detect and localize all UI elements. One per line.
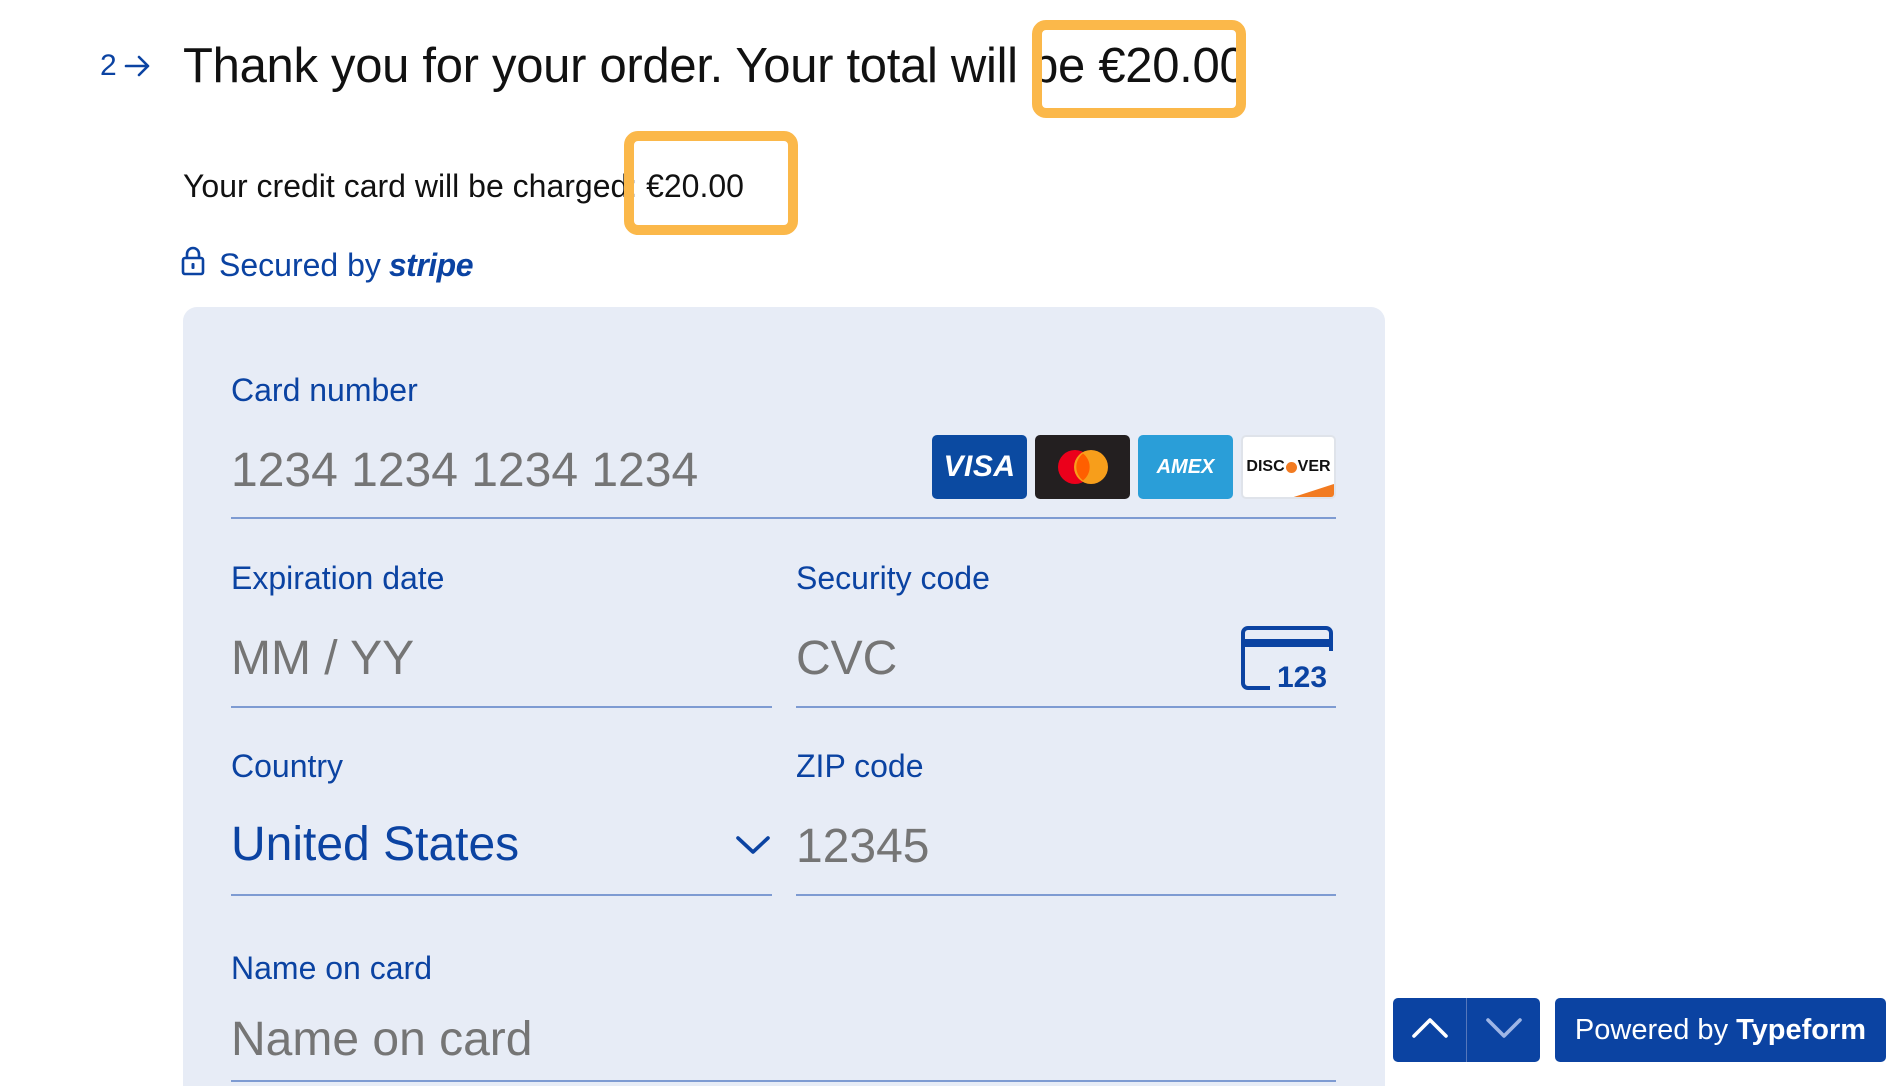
lock-icon [181, 246, 205, 284]
discover-icon: DISC VER [1241, 435, 1336, 499]
charge-highlight-box [624, 131, 798, 235]
country-select[interactable]: United States [231, 817, 519, 872]
secured-by-stripe: Secured by stripe [181, 246, 474, 284]
zip-code-underline [796, 894, 1336, 896]
expiration-underline [231, 706, 772, 708]
discover-text-b: VER [1297, 458, 1331, 475]
expiration-date-label: Expiration date [231, 560, 445, 596]
chevron-down-icon[interactable] [735, 833, 771, 862]
name-on-card-label: Name on card [231, 950, 432, 986]
total-highlight-box [1032, 20, 1246, 118]
discover-text-a: DISC [1246, 458, 1285, 475]
secured-by-label: Secured by [219, 246, 381, 283]
name-on-card-input[interactable] [231, 1009, 1231, 1069]
card-number-input[interactable] [231, 440, 911, 500]
zip-code-input[interactable] [796, 816, 1316, 876]
card-number-underline [231, 517, 1336, 519]
card-cvc-icon: 123 [1240, 625, 1336, 696]
chevron-up-icon [1410, 1015, 1450, 1046]
card-number-label: Card number [231, 372, 418, 408]
question-navigation [1393, 998, 1540, 1062]
security-code-input[interactable] [796, 628, 1216, 688]
question-number-text: 2 [100, 49, 117, 82]
security-code-label: Security code [796, 560, 990, 596]
country-underline [231, 894, 772, 896]
previous-question-button[interactable] [1393, 998, 1467, 1062]
arrow-right-icon [123, 51, 153, 81]
amex-text: AMEX [1156, 455, 1215, 478]
security-code-underline [796, 706, 1336, 708]
next-question-button[interactable] [1467, 998, 1540, 1062]
zip-code-label: ZIP code [796, 748, 924, 784]
powered-by-typeform-button[interactable]: Powered by Typeform [1555, 998, 1886, 1062]
visa-icon: VISA [932, 435, 1027, 499]
mastercard-icon [1035, 435, 1130, 499]
typeform-payment-page: 2 Thank you for your order. Your total w… [0, 0, 1902, 1086]
typeform-brand: Typeform [1736, 1013, 1867, 1046]
question-number: 2 [100, 49, 153, 83]
cvc-icon-text: 123 [1277, 661, 1327, 691]
expiration-date-input[interactable] [231, 628, 751, 688]
country-label: Country [231, 748, 344, 784]
stripe-logo: stripe [388, 246, 474, 283]
name-on-card-underline [231, 1080, 1336, 1082]
powered-by-text: Powered by [1574, 1013, 1729, 1046]
visa-text: VISA [943, 450, 1016, 483]
chevron-down-icon [1484, 1015, 1524, 1046]
charge-text: Your credit card will be charged [183, 168, 629, 204]
amex-icon: AMEX [1138, 435, 1233, 499]
card-brand-icons: VISA AMEX DISC VER [932, 435, 1336, 499]
question-title-text: Thank you for your order. Your total wil… [183, 39, 1085, 93]
